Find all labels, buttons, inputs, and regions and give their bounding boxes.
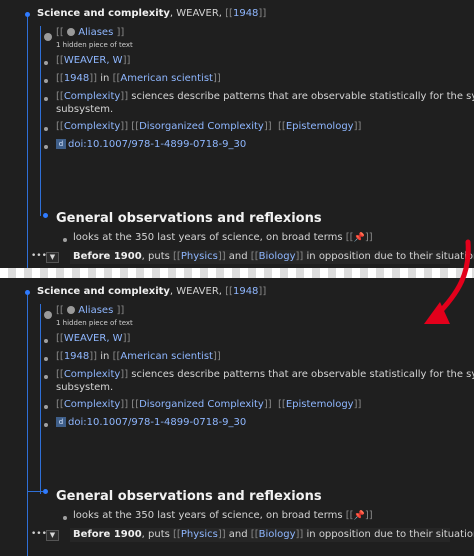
pin-icon[interactable]: 📌 — [354, 233, 365, 243]
complexity-desc-wrap: subsystem. — [56, 382, 114, 393]
alias-circle-icon — [44, 311, 52, 319]
tag-disorganized-complexity[interactable]: Disorganized Complexity — [139, 399, 264, 410]
pin-icon[interactable]: 📌 — [354, 511, 365, 521]
alias-circle-icon — [44, 33, 52, 41]
list-bullet — [63, 516, 67, 520]
outline-panel-after: Science and complexity, WEAVER, [[1948]]… — [0, 278, 474, 556]
collapse-caret-icon[interactable]: ▼ — [46, 530, 59, 541]
complexity-desc-wrap: subsystem. — [56, 104, 114, 115]
list-bullet — [44, 145, 48, 149]
alias-gear-icon — [67, 306, 75, 314]
collapse-caret-icon[interactable]: ▼ — [46, 252, 59, 263]
list-bullet — [44, 423, 48, 427]
red-annotation-arrow — [424, 239, 471, 324]
aliases-link[interactable]: Aliases — [78, 305, 113, 316]
tree-guide-line — [40, 26, 41, 216]
section-heading: General observations and reflexions — [56, 489, 322, 504]
year-link[interactable]: 1948 — [233, 286, 258, 297]
physics-link[interactable]: Physics — [181, 529, 218, 540]
tag-epistemology[interactable]: Epistemology — [286, 399, 354, 410]
year-occupation-row: [[1948]] in [[American scientist]] — [56, 351, 221, 362]
before-1900-row: Before 1900, puts [[Physics]] and [[Biol… — [73, 529, 474, 540]
complexity-link[interactable]: Complexity — [64, 91, 120, 102]
list-bullet — [44, 61, 48, 65]
more-options-dots-icon[interactable]: ••• — [31, 529, 47, 539]
alias-bullet — [44, 32, 52, 41]
doi-icon: d — [56, 417, 66, 427]
aliases-row: [[ Aliases ]] — [56, 305, 125, 316]
observation-row: looks at the 350 last years of science, … — [73, 510, 373, 521]
outline-panel-before: Science and complexity, WEAVER, [[1948]]… — [0, 0, 474, 278]
note-bullet[interactable] — [25, 290, 30, 295]
doi-icon: d — [56, 139, 66, 149]
note-title-row: Science and complexity, WEAVER, [[1948]] — [37, 8, 267, 19]
heading-bullet[interactable] — [43, 213, 48, 218]
doi-link[interactable]: doi:10.1007/978-1-4899-0718-9_30 — [68, 139, 246, 150]
tree-elbow-line — [27, 491, 43, 492]
complexity-desc-row: [[Complexity]] sciences describe pattern… — [56, 369, 474, 380]
complexity-link[interactable]: Complexity — [64, 369, 120, 380]
tree-guide-line — [40, 304, 41, 494]
note-title-row: Science and complexity, WEAVER, [[1948]] — [37, 286, 267, 297]
list-bullet — [44, 375, 48, 379]
physics-link[interactable]: Physics — [181, 251, 218, 262]
heading-bullet[interactable] — [43, 489, 48, 494]
tag-complexity[interactable]: Complexity — [64, 121, 120, 132]
year-link[interactable]: 1948 — [233, 8, 258, 19]
author-row: [[WEAVER, W]] — [56, 55, 131, 66]
biology-link[interactable]: Biology — [259, 529, 296, 540]
list-bullet — [44, 97, 48, 101]
year2-link[interactable]: 1948 — [64, 73, 89, 84]
aliases-link[interactable]: Aliases — [78, 27, 113, 38]
hidden-text-note[interactable]: 1 hidden piece of text — [56, 319, 133, 327]
observation-row: looks at the 350 last years of science, … — [73, 232, 373, 243]
occupation-link[interactable]: American scientist — [120, 73, 213, 84]
tag-complexity[interactable]: Complexity — [64, 399, 120, 410]
list-bullet — [44, 405, 48, 409]
tag-epistemology[interactable]: Epistemology — [286, 121, 354, 132]
hidden-text-note[interactable]: 1 hidden piece of text — [56, 41, 133, 49]
tree-guide-line — [27, 14, 28, 278]
occupation-link[interactable]: American scientist — [120, 351, 213, 362]
year-occupation-row: [[1948]] in [[American scientist]] — [56, 73, 221, 84]
more-options-dots-icon[interactable]: ••• — [31, 251, 47, 261]
doi-link[interactable]: doi:10.1007/978-1-4899-0718-9_30 — [68, 417, 246, 428]
alias-bullet — [44, 310, 52, 319]
author-row: [[WEAVER, W]] — [56, 333, 131, 344]
note-title: Science and complexity — [37, 286, 170, 297]
before-1900-bold: Before 1900 — [73, 251, 142, 262]
before-1900-bold: Before 1900 — [73, 529, 142, 540]
list-bullet — [44, 127, 48, 131]
note-bullet[interactable] — [25, 12, 30, 17]
alias-gear-icon — [67, 28, 75, 36]
year2-link[interactable]: 1948 — [64, 351, 89, 362]
complexity-desc-row: [[Complexity]] sciences describe pattern… — [56, 91, 474, 102]
author-link[interactable]: WEAVER, W — [64, 55, 123, 66]
list-bullet — [44, 79, 48, 83]
torn-edge-divider — [0, 268, 474, 278]
doi-row: d doi:10.1007/978-1-4899-0718-9_30 — [56, 417, 246, 428]
aliases-row: [[ Aliases ]] — [56, 27, 125, 38]
tag-disorganized-complexity[interactable]: Disorganized Complexity — [139, 121, 264, 132]
author-link[interactable]: WEAVER, W — [64, 333, 123, 344]
list-bullet — [63, 238, 67, 242]
list-bullet — [44, 339, 48, 343]
tags-row: [[Complexity]] [[Disorganized Complexity… — [56, 121, 362, 132]
list-bullet — [44, 357, 48, 361]
tags-row: [[Complexity]] [[Disorganized Complexity… — [56, 399, 362, 410]
tree-guide-line — [27, 292, 28, 556]
doi-row: d doi:10.1007/978-1-4899-0718-9_30 — [56, 139, 246, 150]
biology-link[interactable]: Biology — [259, 251, 296, 262]
section-heading: General observations and reflexions — [56, 211, 322, 226]
note-title: Science and complexity — [37, 8, 170, 19]
